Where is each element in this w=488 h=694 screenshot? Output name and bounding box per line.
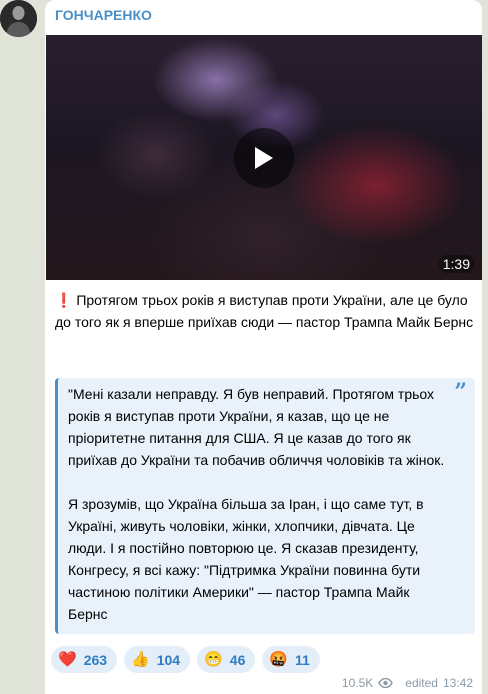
channel-name[interactable]: ГОНЧАРЕНКО bbox=[55, 7, 152, 23]
message-view: ГОНЧАРЕНКО 1:39 ❗ Протягом трьох років я… bbox=[0, 0, 488, 694]
edited-label: edited bbox=[405, 676, 438, 690]
quote-text: "Мені казали неправду. Я був неправий. П… bbox=[68, 383, 446, 625]
quote-paragraph: "Мені казали неправду. Я був неправий. П… bbox=[68, 386, 445, 468]
heart-emoji-icon: ❤️ bbox=[58, 651, 77, 668]
reaction-count: 263 bbox=[83, 651, 108, 668]
message-time: 13:42 bbox=[442, 676, 473, 690]
angry-emoji-icon: 🤬 bbox=[269, 651, 289, 668]
post-body: Протягом трьох років я виступав проти Ук… bbox=[55, 292, 474, 330]
blockquote: "Мені казали неправду. Я був неправий. П… bbox=[55, 378, 475, 634]
reaction-count: 46 bbox=[229, 651, 246, 668]
reaction-count: 11 bbox=[295, 651, 310, 668]
quote-icon: ” bbox=[454, 379, 467, 405]
reaction-angry[interactable]: 🤬 11 bbox=[262, 646, 320, 673]
reaction-thumbs-up[interactable]: 👍 104 bbox=[124, 646, 191, 673]
eye-icon bbox=[378, 678, 394, 688]
video-player[interactable]: 1:39 bbox=[46, 35, 482, 280]
reaction-heart[interactable]: ❤️ 263 bbox=[51, 646, 118, 673]
quote-paragraph: Я зрозумів, що Україна більша за Іран, і… bbox=[68, 496, 424, 622]
message-bubble: ГОНЧАРЕНКО 1:39 ❗ Протягом трьох років я… bbox=[45, 0, 482, 694]
play-button[interactable] bbox=[234, 128, 294, 188]
thumbs-up-emoji-icon: 👍 bbox=[131, 651, 150, 668]
reaction-count: 104 bbox=[156, 651, 181, 668]
view-count: 10.5K bbox=[341, 676, 374, 690]
exclamation-icon: ❗ bbox=[55, 292, 73, 308]
grin-emoji-icon: 😁 bbox=[204, 651, 223, 668]
message-meta: 10.5K edited 13:42 bbox=[342, 676, 473, 690]
video-duration: 1:39 bbox=[438, 255, 474, 273]
reactions-bar: ❤️ 263 👍 104 😁 46 🤬 11 bbox=[51, 646, 320, 673]
play-icon bbox=[255, 147, 273, 169]
post-text: ❗ Протягом трьох років я виступав проти … bbox=[55, 289, 475, 333]
channel-avatar[interactable] bbox=[0, 0, 37, 37]
reaction-grin[interactable]: 😁 46 bbox=[197, 646, 256, 673]
